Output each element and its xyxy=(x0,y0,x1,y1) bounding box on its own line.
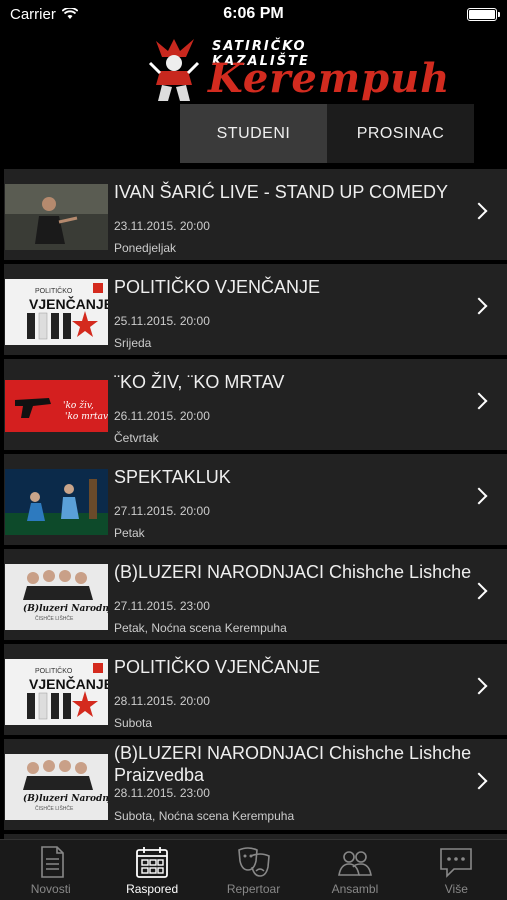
event-day: Petak, Noćna scena Kerempuha xyxy=(114,621,287,635)
chevron-right-icon xyxy=(470,487,488,505)
svg-text:POLITIČKO: POLITIČKO xyxy=(35,666,73,675)
chevron-right-icon xyxy=(470,677,488,695)
event-date: 28.11.2015. 20:00 xyxy=(114,694,210,708)
tabbar-novosti[interactable]: Novosti xyxy=(0,840,101,900)
chat-more-icon xyxy=(440,848,473,878)
wifi-icon xyxy=(61,8,78,19)
svg-text:ČISHČE LIŠHČE: ČISHČE LIŠHČE xyxy=(35,615,74,622)
chevron-right-icon xyxy=(470,582,488,600)
chevron-right-icon xyxy=(470,202,488,220)
event-title: (B)LUZERI NARODNJACI Chishche Lishche Pr… xyxy=(114,743,472,785)
document-icon xyxy=(40,846,64,878)
event-date: 27.11.2015. 20:00 xyxy=(114,504,210,518)
status-left: Carrier xyxy=(10,6,78,23)
event-thumbnail: POLITIČKO VJENČANJE xyxy=(5,659,108,725)
logo-name: Kerempuh xyxy=(208,55,451,102)
bottom-tab-bar: Novosti Raspored Repertoar Ansambl Više xyxy=(0,839,507,900)
event-row[interactable]: IVAN ŠARIĆ LIVE - STAND UP COMEDY 23.11.… xyxy=(4,169,507,260)
event-row[interactable]: POLITIČKO VJENČANJE POLITIČKO VJENČANJE … xyxy=(4,644,507,735)
tabbar-raspored[interactable]: Raspored xyxy=(101,840,202,900)
tabbar-label: Više xyxy=(444,882,468,896)
tabbar-repertoar[interactable]: Repertoar xyxy=(203,840,304,900)
event-date: 23.11.2015. 20:00 xyxy=(114,219,210,233)
tabbar-label: Raspored xyxy=(126,882,179,896)
tabbar-label: Ansambl xyxy=(331,882,379,896)
svg-text:VJENČANJE: VJENČANJE xyxy=(29,675,108,692)
event-date: 28.11.2015. 23:00 xyxy=(114,786,210,800)
event-date: 25.11.2015. 20:00 xyxy=(114,314,210,328)
event-thumbnail xyxy=(5,184,108,250)
theater-masks-icon xyxy=(237,847,270,877)
event-thumbnail: (B)luzeri Narodnjaci ČISHČE LIŠHČE xyxy=(5,754,108,820)
event-title: POLITIČKO VJENČANJE xyxy=(114,657,321,677)
svg-text:(B)luzeri Narodnjaci: (B)luzeri Narodnjaci xyxy=(23,603,108,614)
tabbar-label: Novosti xyxy=(30,882,71,896)
event-day: Srijeda xyxy=(114,336,152,350)
event-thumbnail: (B)luzeri Narodnjaci ČISHČE LIŠHČE xyxy=(5,564,108,630)
svg-text:'ko mrtav: 'ko mrtav xyxy=(65,412,108,422)
event-row[interactable]: (B)luzeri Narodnjaci ČISHČE LIŠHČE (B)LU… xyxy=(4,739,507,830)
event-day: Subota, Noćna scena Kerempuha xyxy=(114,809,295,823)
event-date: 27.11.2015. 23:00 xyxy=(114,599,210,613)
event-row[interactable]: 'ko živ, 'ko mrtav ¨KO ŽIV, ¨KO MRTAV 26… xyxy=(4,359,507,450)
event-row[interactable]: POLITIČKO VJENČANJE POLITIČKO VJENČANJE … xyxy=(4,264,507,355)
svg-text:ČISHČE LIŠHČE: ČISHČE LIŠHČE xyxy=(35,805,74,812)
event-day: Petak xyxy=(114,526,145,540)
header: SATIRIČKO KAZALIŠTE Kerempuh xyxy=(0,28,507,104)
event-thumbnail: 'ko živ, 'ko mrtav xyxy=(5,374,108,440)
people-icon xyxy=(337,851,372,876)
battery-icon xyxy=(467,7,500,21)
event-day: Subota xyxy=(114,716,153,730)
svg-text:'ko živ,: 'ko živ, xyxy=(63,400,94,411)
event-date: 26.11.2015. 20:00 xyxy=(114,409,210,423)
status-bar: Carrier 6:06 PM xyxy=(0,0,507,28)
svg-text:POLITIČKO: POLITIČKO xyxy=(35,286,73,295)
tabbar-ansambl[interactable]: Ansambl xyxy=(304,840,405,900)
kerempuh-logo: SATIRIČKO KAZALIŠTE Kerempuh xyxy=(146,33,449,103)
jester-logo-icon xyxy=(148,39,200,101)
event-day: Četvrtak xyxy=(114,431,159,445)
event-list: IVAN ŠARIĆ LIVE - STAND UP COMEDY 23.11.… xyxy=(0,163,507,839)
chevron-right-icon xyxy=(470,297,488,315)
event-title: ¨KO ŽIV, ¨KO MRTAV xyxy=(114,372,285,392)
svg-text:VJENČANJE: VJENČANJE xyxy=(29,295,108,312)
event-day: Ponedjeljak xyxy=(114,241,177,255)
event-row[interactable]: SPEKTAKLUK 27.11.2015. 20:00 Petak xyxy=(4,454,507,545)
event-thumbnail xyxy=(5,469,108,535)
svg-text:(B)luzeri Narodnjaci: (B)luzeri Narodnjaci xyxy=(23,793,108,804)
event-title: (B)LUZERI NARODNJACI Chishche Lishche xyxy=(114,562,472,582)
carrier-label: Carrier xyxy=(10,5,56,23)
event-title: POLITIČKO VJENČANJE xyxy=(114,277,321,297)
month-tabs: STUDENI PROSINAC xyxy=(180,104,474,163)
tab-studeni[interactable]: STUDENI xyxy=(180,104,327,163)
event-row[interactable]: (B)luzeri Narodnjaci ČISHČE LIŠHČE (B)LU… xyxy=(4,549,507,640)
tabbar-label: Repertoar xyxy=(226,882,281,896)
tabbar-vise[interactable]: Više xyxy=(406,840,507,900)
event-title: SPEKTAKLUK xyxy=(114,467,231,487)
chevron-right-icon xyxy=(470,392,488,410)
tab-prosinac[interactable]: PROSINAC xyxy=(327,104,474,163)
event-title: IVAN ŠARIĆ LIVE - STAND UP COMEDY xyxy=(114,182,449,202)
event-thumbnail: POLITIČKO VJENČANJE xyxy=(5,279,108,345)
calendar-icon xyxy=(136,847,169,878)
